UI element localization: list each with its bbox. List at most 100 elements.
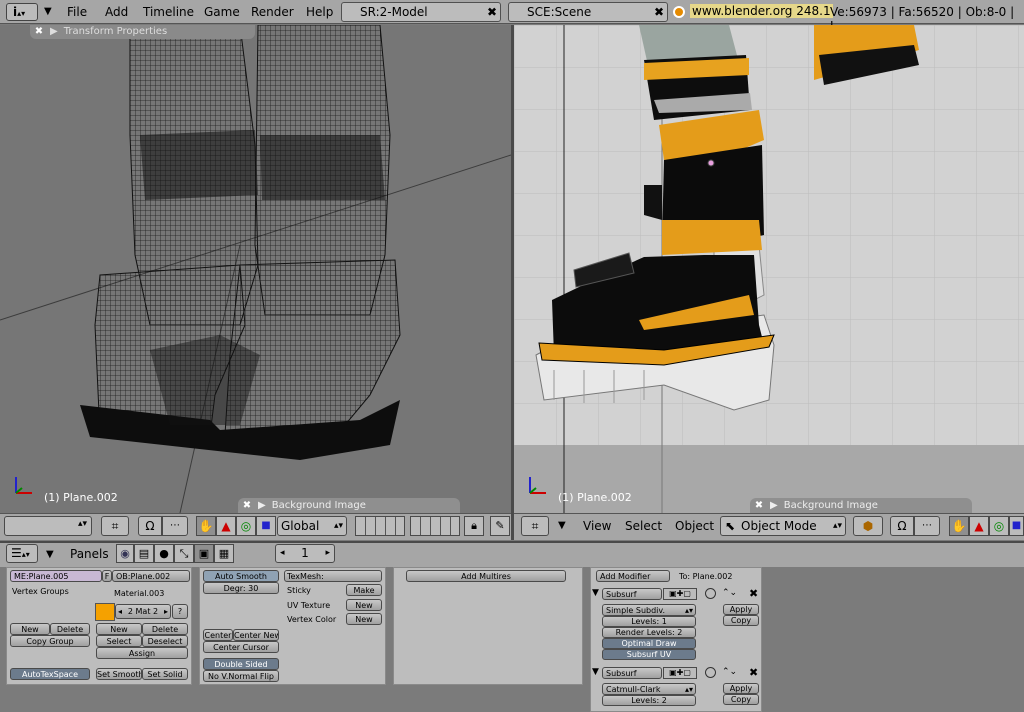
expand-arrow-icon[interactable]: ▶ <box>258 500 266 511</box>
render-levels-field[interactable]: Render Levels: 2 <box>602 627 696 638</box>
collapse-menu-icon[interactable]: ▼ <box>46 549 54 560</box>
subsurf-uv-toggle[interactable]: Subsurf UV <box>602 649 696 660</box>
copy-group-button[interactable]: Copy Group <box>10 635 90 647</box>
make-sticky-button[interactable]: Make <box>346 584 382 596</box>
background-image-header[interactable]: ✖ ▶ Background Image <box>750 498 972 513</box>
layer-buttons[interactable] <box>355 516 405 536</box>
menu-add[interactable]: Add <box>105 5 128 19</box>
left-3d-viewport[interactable]: ✖ ▶ Transform Properties (1) Plane.002 ✖ ▶ B… <box>0 25 511 513</box>
modifier-name-field[interactable]: Subsurf <box>602 588 662 600</box>
apply-modifier-button[interactable]: Apply <box>723 683 759 694</box>
translate-icon[interactable]: ▲ <box>969 516 989 536</box>
background-image-header[interactable]: ✖ ▶ Background Image <box>238 498 460 513</box>
no-vnormal-flip-toggle[interactable]: No V.Normal Flip <box>203 670 279 682</box>
center-button[interactable]: Center <box>203 629 233 641</box>
subdivision-type-dropdown[interactable]: Catmull-Clark ▴▾ <box>602 683 696 695</box>
collapse-arrow-icon[interactable]: ▼ <box>592 667 599 677</box>
pivot-icon[interactable]: Ω <box>138 516 162 536</box>
double-sided-toggle[interactable]: Double Sided <box>203 658 279 670</box>
pivot-icon[interactable]: Ω <box>890 516 914 536</box>
editing-context-icon[interactable]: ▣ <box>194 544 214 563</box>
mesh-datablock-field[interactable]: ME:Plane.005 <box>10 570 102 582</box>
copy-modifier-button[interactable]: Copy <box>723 615 759 626</box>
cage-toggle-icon[interactable] <box>705 588 716 599</box>
collapse-arrow-icon[interactable]: ▼ <box>592 588 599 598</box>
collapse-menu-icon[interactable]: ▼ <box>44 6 52 17</box>
menu-object[interactable]: Object <box>675 519 714 533</box>
right-3d-viewport[interactable]: (1) Plane.002 ✖ ▶ Background Image <box>514 25 1024 513</box>
delete-material-button[interactable]: Delete <box>142 623 188 635</box>
help-button[interactable]: ? <box>172 604 188 619</box>
layer-buttons[interactable] <box>410 516 460 536</box>
snap-icon[interactable]: ⋯ <box>914 516 940 536</box>
new-material-button[interactable]: New <box>96 623 142 635</box>
delete-modifier-icon[interactable]: ✖ <box>749 666 758 679</box>
rotate-icon[interactable]: ◎ <box>989 516 1009 536</box>
shading-context-icon[interactable]: ● <box>154 544 174 563</box>
viewport-shading-icon[interactable]: ⌗ <box>101 516 129 536</box>
logic-context-icon[interactable]: ◉ <box>116 544 134 563</box>
viewport-shading-icon[interactable]: ⬢ <box>853 516 883 536</box>
modifier-visibility-icons[interactable]: ▣✚▢ <box>663 588 697 600</box>
mode-dropdown[interactable]: ⬉ Object Mode ▴▾ <box>720 516 846 536</box>
material-index-field[interactable]: ◂ 2 Mat 2 ▸ <box>115 604 171 619</box>
new-vertex-group-button[interactable]: New <box>10 623 50 635</box>
frame-number-field[interactable]: ◂ 1 ▸ <box>275 544 335 563</box>
screen-field[interactable]: SR:2-Model ✖ <box>341 2 501 22</box>
levels-field[interactable]: Levels: 2 <box>602 695 696 706</box>
object-datablock-field[interactable]: OB:Plane.002 <box>112 570 190 582</box>
assign-material-button[interactable]: Assign <box>96 647 188 659</box>
translate-icon[interactable]: ▲ <box>216 516 236 536</box>
modifier-name-field[interactable]: Subsurf <box>602 667 662 679</box>
modifier-visibility-icons[interactable]: ▣✚▢ <box>663 667 697 679</box>
menu-render[interactable]: Render <box>251 5 294 19</box>
set-smooth-button[interactable]: Set Smooth <box>96 668 142 680</box>
menu-timeline[interactable]: Timeline <box>143 5 194 19</box>
scale-icon[interactable]: ■ <box>1009 516 1024 536</box>
transform-properties-header[interactable]: ✖ ▶ Transform Properties <box>30 25 255 39</box>
close-icon[interactable]: ✖ <box>487 3 497 21</box>
add-modifier-button[interactable]: Add Modifier <box>596 570 670 582</box>
set-solid-button[interactable]: Set Solid <box>142 668 188 680</box>
object-context-icon[interactable]: ⤡ <box>174 544 194 563</box>
levels-field[interactable]: Levels: 1 <box>602 616 696 627</box>
snap-icon[interactable]: ⋯ <box>162 516 188 536</box>
menu-view[interactable]: View <box>583 519 611 533</box>
texmesh-field[interactable]: TexMesh: <box>284 570 382 582</box>
menu-help[interactable]: Help <box>306 5 333 19</box>
close-icon[interactable]: ✖ <box>242 498 252 513</box>
auto-smooth-toggle[interactable]: Auto Smooth <box>203 570 279 582</box>
move-up-icon[interactable]: ⌃⌄ <box>722 588 737 598</box>
expand-arrow-icon[interactable]: ▶ <box>770 500 778 511</box>
info-icon[interactable]: i▴▾ <box>6 3 38 21</box>
collapse-menu-icon[interactable]: ▼ <box>558 520 566 531</box>
new-uv-texture-button[interactable]: New <box>346 599 382 611</box>
delete-modifier-icon[interactable]: ✖ <box>749 587 758 600</box>
material-color-swatch[interactable] <box>95 603 115 621</box>
deselect-material-button[interactable]: Deselect <box>142 635 188 647</box>
lock-icon[interactable]: 🔒︎ <box>464 516 484 536</box>
close-icon[interactable]: ✖ <box>34 25 44 39</box>
menu-file[interactable]: File <box>67 5 87 19</box>
close-icon[interactable]: ✖ <box>654 3 664 21</box>
render-icon[interactable]: ✎ <box>490 516 510 536</box>
scene-context-icon[interactable]: ▦ <box>214 544 234 563</box>
cage-toggle-icon[interactable] <box>705 667 716 678</box>
orientation-dropdown[interactable]: Global ▴▾ <box>277 516 347 536</box>
add-multires-button[interactable]: Add Multires <box>406 570 566 582</box>
menu-select[interactable]: Select <box>625 519 662 533</box>
hand-manipulator-icon[interactable]: ✋ <box>949 516 969 536</box>
autotexspace-toggle[interactable]: AutoTexSpace <box>10 668 90 680</box>
scale-icon[interactable]: ■ <box>256 516 276 536</box>
menu-game[interactable]: Game <box>204 5 240 19</box>
subdivision-type-dropdown[interactable]: Simple Subdiv. ▴▾ <box>602 604 696 616</box>
editor-type-icon[interactable]: ☰▴▾ <box>6 544 38 563</box>
center-new-button[interactable]: Center New <box>233 629 279 641</box>
move-up-icon[interactable]: ⌃⌄ <box>722 667 737 677</box>
editor-type-icon[interactable]: ⌗ <box>521 516 549 536</box>
panels-label[interactable]: Panels <box>70 547 109 561</box>
new-vertex-color-button[interactable]: New <box>346 613 382 625</box>
degree-field[interactable]: Degr: 30 <box>203 582 279 594</box>
view-menu-dropdown[interactable]: ▴▾ <box>4 516 92 536</box>
scene-field[interactable]: SCE:Scene ✖ <box>508 2 668 22</box>
